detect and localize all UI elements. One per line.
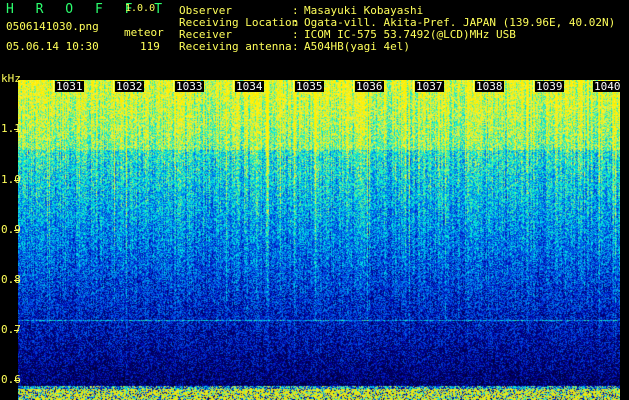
x-tick (353, 80, 354, 92)
x-tick (293, 80, 294, 92)
x-tick-label: 1034 (235, 80, 264, 93)
x-tick-label: 1035 (295, 80, 324, 93)
y-axis-unit: kHz (1, 72, 21, 85)
x-tick-label: 1038 (475, 80, 504, 93)
x-tick-label: 1032 (115, 80, 144, 93)
x-tick-label: 1037 (415, 80, 444, 93)
y-tick (14, 129, 19, 130)
x-tick-label: 1033 (175, 80, 204, 93)
x-tick (413, 80, 414, 92)
x-tick-label: 1039 (535, 80, 564, 93)
antenna-colon: : (292, 40, 299, 53)
x-tick-label: 1036 (355, 80, 384, 93)
x-tick (473, 80, 474, 92)
app-version: 1.0.0 (125, 3, 156, 14)
meta-event-count: 119 (140, 40, 160, 53)
x-tick-label: 1031 (55, 80, 84, 93)
antenna-label: Receiving antenna (179, 40, 292, 53)
y-tick (14, 230, 19, 231)
antenna-value: A504HB(yagi 4el) (304, 40, 410, 53)
x-tick (173, 80, 174, 92)
meta-event-type: meteor (124, 26, 164, 39)
y-tick (14, 180, 19, 181)
meta-filename: 0506141030.png (6, 20, 99, 33)
x-tick-label: 1040 (593, 80, 622, 93)
x-tick (533, 80, 534, 92)
x-tick (233, 80, 234, 92)
y-tick (14, 330, 19, 331)
x-tick (113, 80, 114, 92)
spectrogram-canvas (18, 80, 620, 400)
meta-datetime: 05.06.14 10:30 (6, 40, 99, 53)
x-tick (53, 80, 54, 92)
y-tick (14, 280, 19, 281)
y-tick (14, 380, 19, 381)
